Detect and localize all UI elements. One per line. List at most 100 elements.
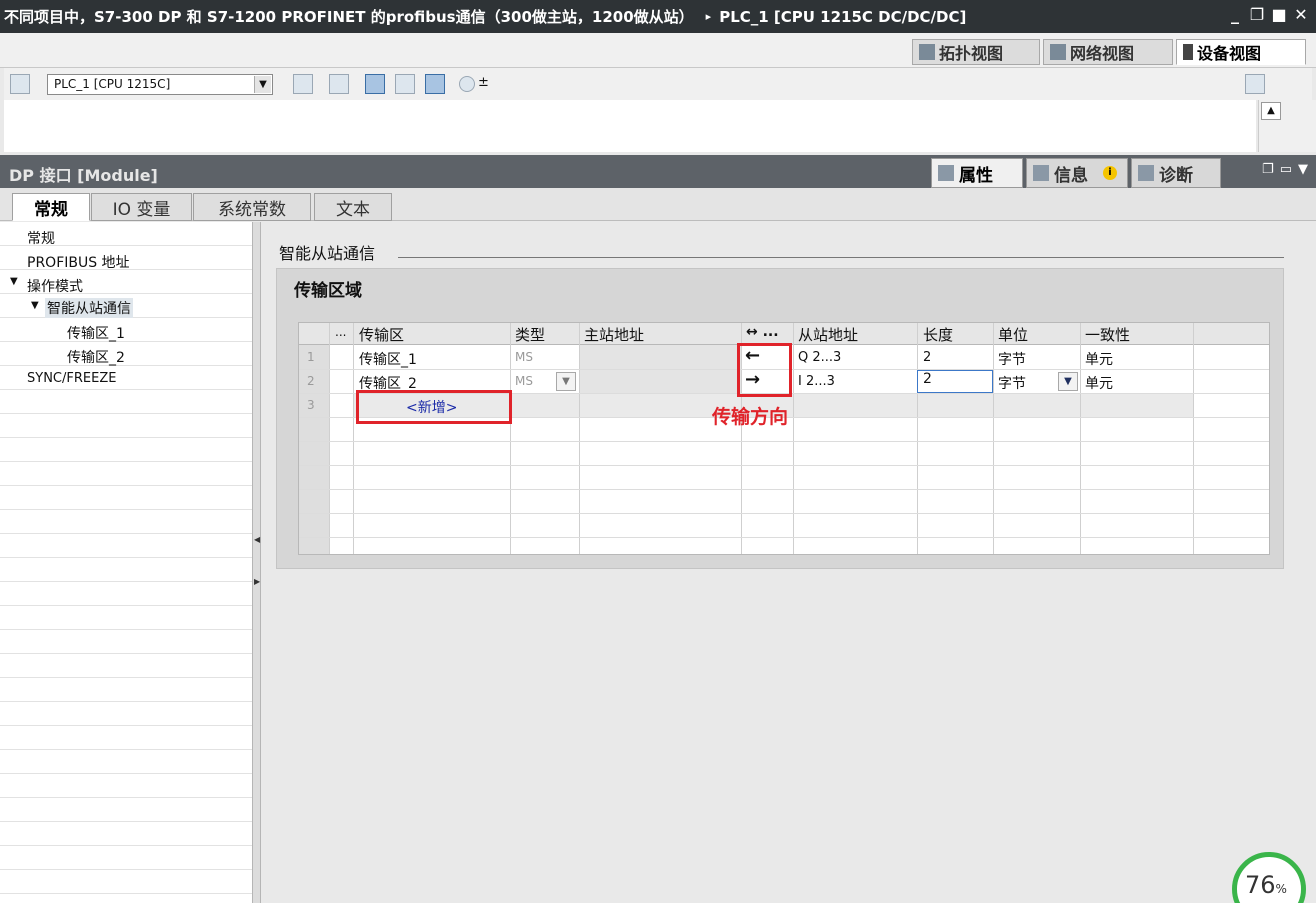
type-dropdown-chevron-icon[interactable]: ▼	[556, 372, 576, 391]
tab-label: 设备视图	[1197, 44, 1262, 63]
inspector-title: DP 接口 [Module]	[9, 166, 158, 185]
device-view-icon	[1183, 44, 1193, 60]
device-tree-icon[interactable]	[10, 74, 30, 94]
device-canvas[interactable]	[4, 100, 1256, 152]
scroll-up-icon[interactable]: ▲	[1261, 102, 1281, 120]
nav-item-i-slave-communication[interactable]: 智能从站通信	[45, 298, 133, 318]
consistency-value[interactable]: 单元	[1085, 373, 1113, 393]
nav-item-sync-freeze[interactable]: SYNC/FREEZE	[27, 371, 116, 386]
restore-button[interactable]: ❐	[1248, 4, 1266, 26]
draw-mode-icon[interactable]	[365, 74, 385, 94]
name-label-icon[interactable]	[329, 74, 349, 94]
section-title: 智能从站通信	[279, 244, 376, 263]
tab-network-view[interactable]: 网络视图	[1043, 39, 1173, 65]
transfer-area-name[interactable]: 传输区_1	[359, 349, 417, 369]
float-panel-icon[interactable]: ❐	[1262, 162, 1274, 177]
zoom-icon[interactable]	[459, 76, 475, 92]
nav-item-transfer-area-2[interactable]: 传输区_2	[67, 347, 125, 367]
progress-gauge: 76%	[1232, 852, 1306, 903]
inspector-tabs: 常规 IO 变量 系统常数 文本	[0, 188, 1316, 221]
tab-system-constants[interactable]: 系统常数	[193, 193, 311, 221]
grid-icon[interactable]	[395, 74, 415, 94]
header-more[interactable]: ...	[335, 325, 346, 339]
tab-label: 拓扑视图	[939, 44, 1004, 63]
header-direction[interactable]: ↔ ...	[746, 324, 779, 340]
inspector-header: DP 接口 [Module] 属性 信息 i 诊断 ❐ ▭ ▼	[0, 155, 1316, 188]
header-consistency[interactable]: 一致性	[1085, 324, 1130, 345]
unit-value[interactable]: 字节	[998, 349, 1026, 369]
properties-icon	[938, 165, 954, 181]
canvas-margin	[1282, 100, 1316, 152]
device-select[interactable]: PLC_1 [CPU 1215C] ▼	[47, 74, 273, 95]
unit-value[interactable]: 字节	[998, 373, 1026, 393]
length-value[interactable]: 2	[923, 350, 931, 365]
nav-item-general[interactable]: 常规	[27, 228, 55, 248]
length-input[interactable]: 2	[917, 370, 993, 393]
canvas-scrollbar[interactable]: ▲	[1258, 100, 1282, 152]
header-slave-address[interactable]: 从站地址	[798, 324, 858, 345]
tab-io-tags[interactable]: IO 变量	[91, 193, 192, 221]
row-index: 1	[307, 350, 315, 364]
diagnostics-icon	[1138, 165, 1154, 181]
info-badge-icon: i	[1103, 166, 1117, 180]
header-type[interactable]: 类型	[515, 324, 545, 345]
breadcrumb-device[interactable]: PLC_1 [CPU 1215C DC/DC/DC]	[719, 8, 966, 26]
header-master-address[interactable]: 主站地址	[584, 324, 644, 345]
slave-address[interactable]: I 2...3	[798, 374, 835, 389]
direction-highlight-box	[737, 343, 792, 397]
slave-address[interactable]: Q 2...3	[798, 350, 841, 365]
table-header: ... 传输区 类型 主站地址 ↔ ... 从站地址 长度 单位 一致性	[299, 323, 1269, 345]
tab-general[interactable]: 常规	[12, 193, 90, 221]
device-select-value: PLC_1 [CPU 1215C]	[54, 77, 171, 91]
network-view-icon	[1050, 44, 1066, 60]
tab-info[interactable]: 信息 i	[1026, 158, 1128, 188]
transfer-type[interactable]: MS	[515, 350, 533, 364]
close-button[interactable]: ✕	[1292, 4, 1310, 26]
expand-right-icon[interactable]: ▶	[254, 577, 260, 591]
gauge-value: 76%	[1245, 871, 1287, 899]
nav-splitter[interactable]: ◀ ▶	[252, 222, 261, 903]
view-tabs-bar: 拓扑视图 网络视图 设备视图	[0, 33, 1316, 68]
topology-view-icon	[919, 44, 935, 60]
tab-device-view[interactable]: 设备视图	[1176, 39, 1306, 65]
header-length[interactable]: 长度	[923, 324, 953, 345]
panel-toggle-icon[interactable]	[1245, 74, 1265, 94]
nav-item-profibus-address[interactable]: PROFIBUS 地址	[27, 252, 130, 272]
zoom-step-icon[interactable]: ±	[478, 75, 489, 90]
properties-nav-tree: 常规 PROFIBUS 地址 ▼ 操作模式 ▼ 智能从站通信 传输区_1 传输区…	[0, 222, 252, 903]
overview-panel-icon[interactable]	[425, 74, 445, 94]
nav-item-operating-mode[interactable]: 操作模式	[27, 276, 83, 296]
maximize-button[interactable]: ■	[1270, 4, 1288, 26]
header-transfer-area[interactable]: 传输区	[359, 324, 404, 345]
breadcrumb-separator-icon: ▸	[705, 10, 712, 23]
chevron-down-icon[interactable]: ▼	[254, 76, 271, 93]
section-divider	[398, 257, 1284, 258]
transfer-type[interactable]: MS	[515, 374, 533, 388]
panel-menu-chevron-icon[interactable]: ▼	[1298, 162, 1308, 177]
tab-label: 诊断	[1159, 165, 1193, 186]
window-title-bar: 不同项目中，S7-300 DP 和 S7-1200 PROFINET 的prof…	[0, 0, 1316, 33]
row-index: 3	[307, 398, 315, 412]
info-icon	[1033, 165, 1049, 181]
unit-dropdown-chevron-icon[interactable]: ▼	[1058, 372, 1078, 391]
tab-label: 属性	[959, 165, 993, 186]
consistency-value[interactable]: 单元	[1085, 349, 1113, 369]
tab-label: 信息	[1054, 165, 1088, 186]
direction-annotation: 传输方向	[712, 406, 789, 428]
collapse-left-icon[interactable]: ◀	[254, 535, 260, 549]
tab-label: 网络视图	[1070, 44, 1135, 63]
tab-diagnostics[interactable]: 诊断	[1131, 158, 1221, 188]
minimize-button[interactable]: _	[1226, 4, 1244, 26]
module-list-icon[interactable]	[293, 74, 313, 94]
tab-topology-view[interactable]: 拓扑视图	[912, 39, 1040, 65]
expand-chevron-icon[interactable]: ▼	[10, 276, 18, 287]
header-unit[interactable]: 单位	[998, 324, 1028, 345]
expand-chevron-icon[interactable]: ▼	[31, 300, 39, 311]
minimize-panel-icon[interactable]: ▭	[1280, 162, 1292, 177]
tab-properties[interactable]: 属性	[931, 158, 1023, 188]
nav-item-transfer-area-1[interactable]: 传输区_1	[67, 323, 125, 343]
tab-texts[interactable]: 文本	[314, 193, 392, 221]
row-index: 2	[307, 374, 315, 388]
window-title: 不同项目中，S7-300 DP 和 S7-1200 PROFINET 的prof…	[4, 8, 694, 26]
device-toolbar: PLC_1 [CPU 1215C] ▼ ±	[4, 68, 1312, 100]
